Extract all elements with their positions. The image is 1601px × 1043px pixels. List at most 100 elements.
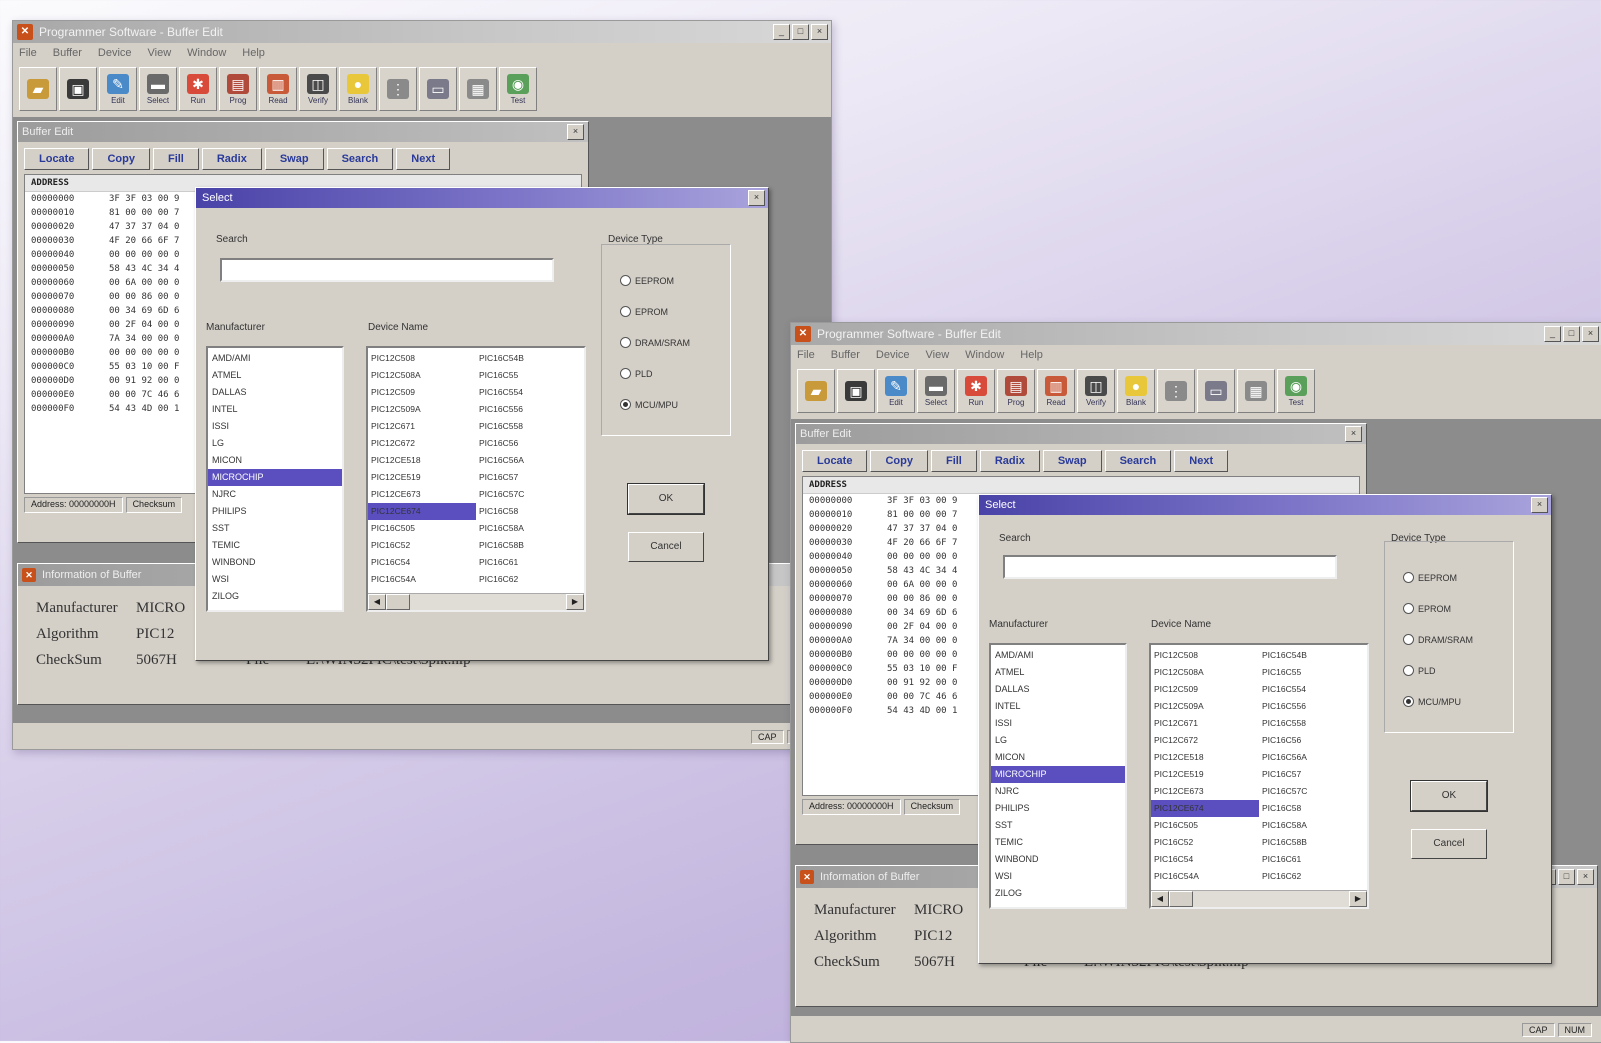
toolbar-button-program[interactable]: ▤ Prog: [219, 67, 257, 111]
list-item[interactable]: PIC12C672: [1151, 732, 1259, 749]
manufacturer-list[interactable]: AMD/AMI ATMEL DALLAS INTEL ISSI LG MICON MICROC…: [206, 346, 344, 612]
toolbar-button-edit[interactable]: ✎ Edit: [877, 369, 915, 413]
toolbar-button-chip[interactable]: ▦: [459, 67, 497, 111]
copy-button[interactable]: Copy: [870, 450, 928, 472]
list-item[interactable]: PIC16C56: [1259, 732, 1367, 749]
buffer-close-button[interactable]: ×: [567, 124, 584, 140]
list-item[interactable]: LG: [208, 435, 342, 452]
copy-button[interactable]: Copy: [92, 148, 150, 170]
list-item[interactable]: MICROCHIP: [991, 766, 1125, 783]
search-input[interactable]: [1003, 555, 1337, 579]
dialog-title-bar[interactable]: Select ×: [979, 495, 1551, 515]
toolbar-button-save-disk[interactable]: ▣: [837, 369, 875, 413]
toolbar-button-program[interactable]: ▤ Prog: [997, 369, 1035, 413]
toolbar-button-folder-open[interactable]: ▰: [19, 67, 57, 111]
fill-button[interactable]: Fill: [930, 450, 977, 472]
list-item[interactable]: PIC12C672: [368, 435, 476, 452]
minimize-button[interactable]: _: [1544, 326, 1561, 342]
list-item[interactable]: ZILOG: [208, 588, 342, 605]
toolbar-button-folder-open[interactable]: ▰: [797, 369, 835, 413]
device-type-option[interactable]: PLD: [620, 368, 653, 379]
list-item[interactable]: PIC12C508A: [368, 367, 476, 384]
menu-buffer[interactable]: Buffer: [831, 349, 860, 361]
device-list[interactable]: PIC12C508 PIC12C508A PIC12C509 PIC12C509A PI…: [366, 346, 586, 612]
locate-button[interactable]: Locate: [24, 148, 90, 170]
device-list-scrollbar[interactable]: ◀ ▶: [368, 593, 584, 610]
toolbar-button-verify[interactable]: ◫ Verify: [299, 67, 337, 111]
device-type-option[interactable]: EEPROM: [620, 275, 674, 286]
scroll-thumb[interactable]: [386, 594, 410, 610]
menu-help[interactable]: Help: [1020, 349, 1043, 361]
list-item[interactable]: SST: [991, 817, 1125, 834]
scroll-right-icon[interactable]: ▶: [1349, 891, 1367, 907]
list-item[interactable]: PIC16C505: [1151, 817, 1259, 834]
list-item[interactable]: WSI: [208, 571, 342, 588]
list-item[interactable]: PIC12CE519: [368, 469, 476, 486]
list-item[interactable]: PIC16C57C: [1259, 783, 1367, 800]
list-item[interactable]: PIC12CE673: [368, 486, 476, 503]
device-list-scrollbar[interactable]: ◀ ▶: [1151, 890, 1367, 907]
list-item[interactable]: PIC16C54B: [1259, 647, 1367, 664]
list-item[interactable]: PIC12C509: [368, 384, 476, 401]
list-item[interactable]: PIC16C57: [476, 469, 584, 486]
list-item[interactable]: PIC16C57: [1259, 766, 1367, 783]
device-type-option[interactable]: PLD: [1403, 665, 1436, 676]
radio-button[interactable]: [620, 368, 631, 379]
info-close-button[interactable]: ×: [1577, 869, 1594, 885]
list-item[interactable]: PIC16C554: [476, 384, 584, 401]
radio-button[interactable]: [620, 399, 631, 410]
next-button[interactable]: Next: [1174, 450, 1229, 472]
menu-window[interactable]: Window: [187, 47, 226, 59]
toolbar-button-run[interactable]: ✱ Run: [957, 369, 995, 413]
device-type-option[interactable]: EEPROM: [1403, 572, 1457, 583]
list-item[interactable]: PIC16C54: [368, 554, 476, 571]
list-item[interactable]: PHILIPS: [208, 503, 342, 520]
list-item[interactable]: PIC16C62: [476, 571, 584, 588]
toolbar-button-select-chip[interactable]: ▬ Select: [917, 369, 955, 413]
list-item[interactable]: PIC12CE674: [368, 503, 476, 520]
radio-button[interactable]: [1403, 572, 1414, 583]
search-input[interactable]: [220, 258, 554, 282]
maximize-button[interactable]: □: [792, 24, 809, 40]
list-item[interactable]: DALLAS: [208, 384, 342, 401]
search-button[interactable]: Search: [1104, 450, 1172, 472]
locate-button[interactable]: Locate: [802, 450, 868, 472]
ok-button[interactable]: OK: [627, 483, 705, 515]
toolbar-button-test[interactable]: ◉ Test: [499, 67, 537, 111]
list-item[interactable]: ZILOG: [991, 885, 1125, 902]
close-button[interactable]: ×: [1582, 326, 1599, 342]
next-button[interactable]: Next: [396, 148, 451, 170]
list-item[interactable]: PIC12CE519: [1151, 766, 1259, 783]
list-item[interactable]: MICON: [208, 452, 342, 469]
list-item[interactable]: PIC12CE518: [1151, 749, 1259, 766]
list-item[interactable]: PIC16C54A: [1151, 868, 1259, 885]
list-item[interactable]: PHILIPS: [991, 800, 1125, 817]
title-bar[interactable]: ✕ Programmer Software - Buffer Edit _ □ …: [791, 323, 1601, 345]
list-item[interactable]: PIC16C58A: [1259, 817, 1367, 834]
radio-button[interactable]: [1403, 603, 1414, 614]
list-item[interactable]: PIC16C61: [476, 554, 584, 571]
list-item[interactable]: ATMEL: [208, 367, 342, 384]
scroll-left-icon[interactable]: ◀: [1151, 891, 1169, 907]
list-item[interactable]: PIC16C55: [1259, 664, 1367, 681]
list-item[interactable]: PIC16C556: [1259, 698, 1367, 715]
menu-window[interactable]: Window: [965, 349, 1004, 361]
menu-view[interactable]: View: [926, 349, 950, 361]
list-item[interactable]: PIC16C52: [368, 537, 476, 554]
toolbar-button-window[interactable]: ▭: [1197, 369, 1235, 413]
list-item[interactable]: PIC12C509: [1151, 681, 1259, 698]
maximize-button[interactable]: □: [1563, 326, 1580, 342]
toolbar-button-blank-bulb[interactable]: ● Blank: [339, 67, 377, 111]
list-item[interactable]: PIC12C509A: [368, 401, 476, 418]
toolbar-button-read[interactable]: ▥ Read: [1037, 369, 1075, 413]
list-item[interactable]: PIC16C558: [476, 418, 584, 435]
list-item[interactable]: NJRC: [991, 783, 1125, 800]
list-item[interactable]: MICON: [991, 749, 1125, 766]
list-item[interactable]: TEMIC: [208, 537, 342, 554]
list-item[interactable]: AMD/AMI: [208, 350, 342, 367]
radio-button[interactable]: [620, 275, 631, 286]
buffer-title-bar[interactable]: Buffer Edit ×: [18, 122, 588, 142]
menu-help[interactable]: Help: [242, 47, 265, 59]
list-item[interactable]: LG: [991, 732, 1125, 749]
list-item[interactable]: ISSI: [208, 418, 342, 435]
